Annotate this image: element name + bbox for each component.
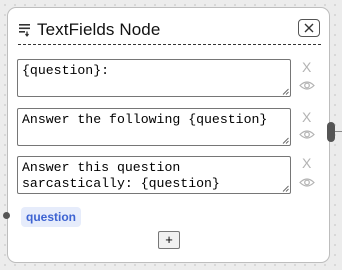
resize-grip-icon[interactable] xyxy=(282,185,289,192)
text-field-2-value[interactable]: Answer the following {question} xyxy=(22,112,280,128)
input-port-handle[interactable] xyxy=(3,212,10,219)
eye-icon[interactable] xyxy=(299,177,315,188)
close-button[interactable] xyxy=(298,19,320,37)
add-field-button[interactable]: + xyxy=(158,231,180,249)
connection-edge xyxy=(335,131,342,132)
text-field-3-value[interactable]: Answer this question sarcastically: {que… xyxy=(22,160,280,192)
eye-icon[interactable] xyxy=(299,80,315,91)
text-lines-icon xyxy=(18,23,32,37)
remove-field-1-button[interactable]: X xyxy=(302,60,311,74)
resize-grip-icon[interactable] xyxy=(282,88,289,95)
text-field-1[interactable]: {question}: xyxy=(17,59,291,97)
text-field-3[interactable]: Answer this question sarcastically: {que… xyxy=(17,156,291,194)
remove-field-2-button[interactable]: X xyxy=(302,110,311,124)
node-title: TextFields Node xyxy=(37,20,161,39)
close-icon xyxy=(304,23,314,33)
variable-tag-question[interactable]: question xyxy=(21,207,81,227)
output-port-handle[interactable] xyxy=(327,122,335,142)
text-field-2[interactable]: Answer the following {question} xyxy=(17,108,291,146)
text-field-1-value[interactable]: {question}: xyxy=(22,63,280,79)
remove-field-3-button[interactable]: X xyxy=(302,156,311,170)
textfields-node[interactable]: TextFields Node {question}: X Answer the… xyxy=(7,7,330,263)
node-header: TextFields Node xyxy=(18,18,322,44)
eye-icon[interactable] xyxy=(299,129,315,140)
header-divider xyxy=(18,44,321,45)
resize-grip-icon[interactable] xyxy=(282,137,289,144)
